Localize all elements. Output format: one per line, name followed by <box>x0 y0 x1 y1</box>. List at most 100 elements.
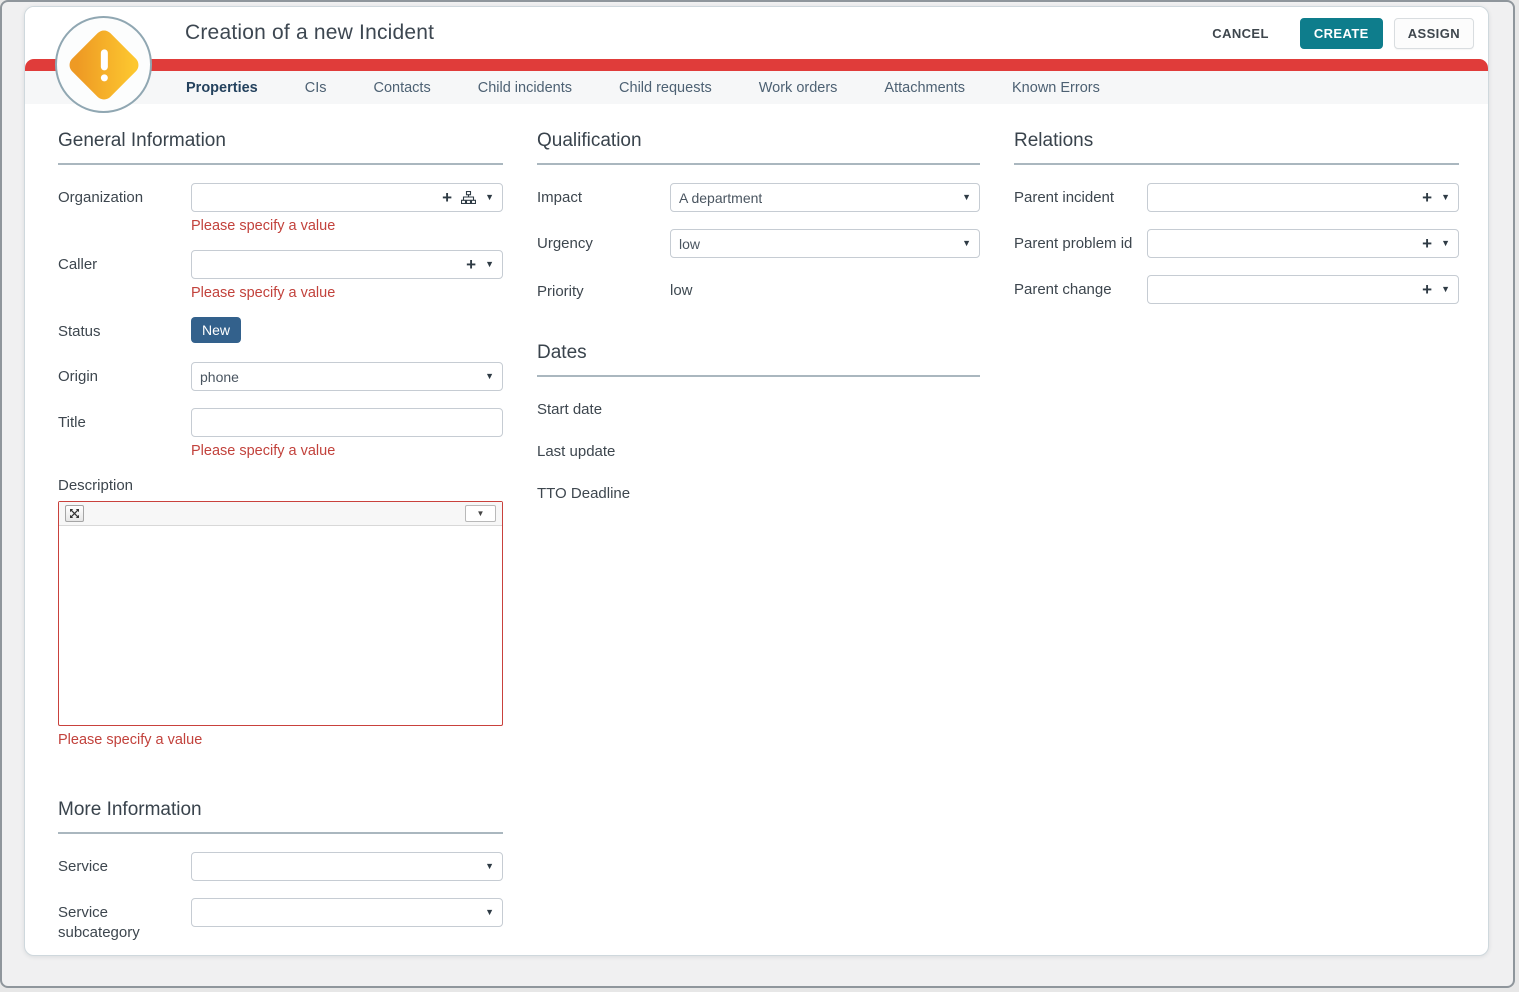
impact-value: A department <box>679 190 762 206</box>
start-date-value <box>602 395 980 420</box>
field-description: Description <box>58 477 503 750</box>
field-service-subcategory: Service subcategory ▼ <box>58 898 503 943</box>
field-tto-deadline: TTO Deadline <box>537 479 980 504</box>
add-parent-change-icon[interactable]: + <box>1422 281 1432 298</box>
maximize-icon[interactable] <box>65 505 84 522</box>
origin-label: Origin <box>58 362 191 391</box>
service-select[interactable]: ▼ <box>191 852 503 881</box>
add-parent-incident-icon[interactable]: + <box>1422 189 1432 206</box>
urgency-select[interactable]: low ▼ <box>670 229 980 258</box>
tab-contacts[interactable]: Contacts <box>373 80 430 96</box>
field-title: Title Please specify a value <box>58 408 503 461</box>
caller-label: Caller <box>58 250 191 303</box>
parent-problem-label: Parent problem id <box>1014 229 1147 258</box>
assign-button[interactable]: ASSIGN <box>1394 18 1474 49</box>
description-input[interactable] <box>59 526 502 725</box>
section-title-relations: Relations <box>1014 130 1459 165</box>
header: Creation of a new Incident CANCEL CREATE… <box>25 7 1488 59</box>
exclamation-icon <box>100 49 107 81</box>
caret-down-icon[interactable]: ▼ <box>1441 285 1450 294</box>
parent-problem-lookup[interactable]: + ▼ <box>1147 229 1459 258</box>
caret-down-icon[interactable]: ▼ <box>1441 239 1450 248</box>
field-parent-incident: Parent incident + ▼ <box>1014 183 1459 212</box>
field-last-update: Last update <box>537 437 980 462</box>
origin-value: phone <box>200 369 239 385</box>
caret-down-icon[interactable]: ▼ <box>485 193 494 202</box>
parent-change-label: Parent change <box>1014 275 1147 304</box>
field-origin: Origin phone ▼ <box>58 362 503 391</box>
parent-incident-input[interactable] <box>1156 184 1416 211</box>
organization-label: Organization <box>58 183 191 236</box>
parent-incident-label: Parent incident <box>1014 183 1147 212</box>
caret-down-icon: ▼ <box>485 908 494 917</box>
last-update-label: Last update <box>537 437 615 462</box>
format-dropdown[interactable]: ▼ <box>465 505 496 522</box>
last-update-value <box>615 437 980 462</box>
screen: Creation of a new Incident CANCEL CREATE… <box>0 0 1515 988</box>
cancel-button[interactable]: CANCEL <box>1199 19 1282 48</box>
field-start-date: Start date <box>537 395 980 420</box>
incident-accent-bar <box>25 59 1488 71</box>
caret-down-icon: ▼ <box>485 862 494 871</box>
section-title-qualification: Qualification <box>537 130 980 165</box>
section-title-dates: Dates <box>537 342 980 377</box>
header-actions: CANCEL CREATE ASSIGN <box>1199 18 1474 49</box>
organization-error: Please specify a value <box>191 216 503 236</box>
origin-select[interactable]: phone ▼ <box>191 362 503 391</box>
caller-input[interactable] <box>200 251 460 278</box>
urgency-label: Urgency <box>537 229 670 258</box>
tab-cis[interactable]: CIs <box>305 80 327 96</box>
impact-select[interactable]: A department ▼ <box>670 183 980 212</box>
title-error: Please specify a value <box>191 441 503 461</box>
service-subcategory-select[interactable]: ▼ <box>191 898 503 927</box>
urgency-value: low <box>679 236 700 252</box>
impact-label: Impact <box>537 183 670 212</box>
parent-incident-lookup[interactable]: + ▼ <box>1147 183 1459 212</box>
column-qualification: Qualification Impact A department ▼ Urge… <box>537 104 980 956</box>
column-general: General Information Organization + <box>58 104 503 956</box>
parent-change-lookup[interactable]: + ▼ <box>1147 275 1459 304</box>
title-box[interactable] <box>191 408 503 437</box>
caller-lookup[interactable]: + ▼ <box>191 250 503 279</box>
service-label: Service <box>58 852 191 881</box>
parent-change-input[interactable] <box>1156 276 1416 303</box>
caret-down-icon: ▼ <box>477 510 485 518</box>
caret-down-icon[interactable]: ▼ <box>1441 193 1450 202</box>
priority-label: Priority <box>537 277 670 302</box>
create-button[interactable]: CREATE <box>1300 18 1383 49</box>
tto-deadline-value <box>630 479 980 504</box>
hierarchy-icon[interactable] <box>461 191 476 204</box>
section-title-general: General Information <box>58 130 503 165</box>
field-parent-problem: Parent problem id + ▼ <box>1014 229 1459 258</box>
add-organization-icon[interactable]: + <box>442 189 452 206</box>
add-parent-problem-icon[interactable]: + <box>1422 235 1432 252</box>
caret-down-icon[interactable]: ▼ <box>485 260 494 269</box>
tab-attachments[interactable]: Attachments <box>884 80 965 96</box>
field-impact: Impact A department ▼ <box>537 183 980 212</box>
description-error: Please specify a value <box>58 730 503 750</box>
tab-bar: Properties CIs Contacts Child incidents … <box>25 71 1488 104</box>
caret-down-icon: ▼ <box>962 239 971 248</box>
parent-problem-input[interactable] <box>1156 230 1416 257</box>
tab-properties[interactable]: Properties <box>186 80 258 96</box>
tab-work-orders[interactable]: Work orders <box>759 80 838 96</box>
status-label: Status <box>58 317 191 343</box>
editor-toolbar: ▼ <box>59 502 502 526</box>
organization-input[interactable] <box>200 184 436 211</box>
add-caller-icon[interactable]: + <box>466 256 476 273</box>
caret-down-icon: ▼ <box>485 372 494 381</box>
tab-child-incidents[interactable]: Child incidents <box>478 80 572 96</box>
incident-badge <box>55 16 152 113</box>
form-content: General Information Organization + <box>25 104 1488 956</box>
field-status: Status New <box>58 317 503 343</box>
field-organization: Organization + <box>58 183 503 236</box>
tab-known-errors[interactable]: Known Errors <box>1012 80 1100 96</box>
organization-lookup[interactable]: + ▼ <box>191 183 503 212</box>
description-editor[interactable]: ▼ <box>58 501 503 726</box>
service-subcategory-label: Service subcategory <box>58 898 191 943</box>
field-urgency: Urgency low ▼ <box>537 229 980 258</box>
field-service: Service ▼ <box>58 852 503 881</box>
tab-child-requests[interactable]: Child requests <box>619 80 712 96</box>
title-input[interactable] <box>200 409 494 436</box>
field-caller: Caller + ▼ Please specify a value <box>58 250 503 303</box>
